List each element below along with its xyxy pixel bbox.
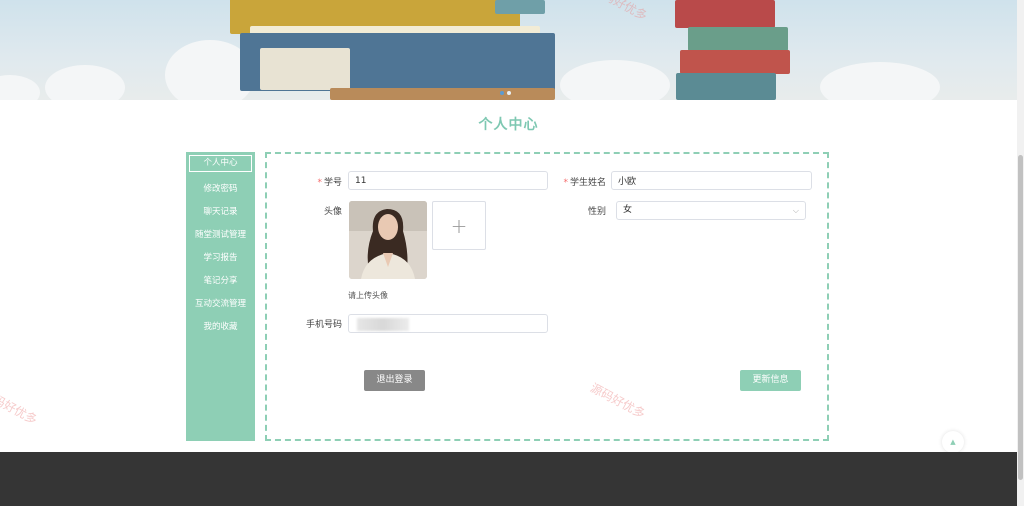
sidebar-item-study-report[interactable]: 学习报告 xyxy=(189,247,252,270)
cloud-shape xyxy=(45,65,125,100)
book-shape xyxy=(680,50,790,74)
scrollbar-thumb[interactable] xyxy=(1018,155,1023,480)
back-to-top-button[interactable]: ▲ xyxy=(942,431,964,453)
arrow-up-icon: ▲ xyxy=(950,438,956,446)
chevron-down-icon: ⌵ xyxy=(792,206,799,215)
logout-button[interactable]: 退出登录 xyxy=(364,370,425,391)
avatar-image[interactable] xyxy=(349,201,427,279)
gender-label: 性别 xyxy=(587,207,606,217)
sidebar-item-chat-history[interactable]: 聊天记录 xyxy=(189,201,252,224)
page-scrollbar[interactable] xyxy=(1017,0,1024,506)
redacted-phone-value xyxy=(357,318,409,331)
plus-icon: + xyxy=(450,213,468,238)
book-shape xyxy=(495,0,545,14)
sidebar-nav: 个人中心 修改密码 聊天记录 随堂测试管理 学习报告 笔记分享 互动交流管理 我… xyxy=(186,152,255,441)
book-shape xyxy=(260,48,350,90)
avatar-label: 头像 xyxy=(323,207,342,217)
sidebar-item-change-password[interactable]: 修改密码 xyxy=(189,178,252,201)
watermark-text: 源码好优多 xyxy=(0,386,40,428)
book-shape xyxy=(330,88,555,100)
sidebar-item-favorites[interactable]: 我的收藏 xyxy=(189,316,252,339)
book-shape xyxy=(688,27,788,51)
cloud-shape xyxy=(0,75,40,100)
update-info-button[interactable]: 更新信息 xyxy=(740,370,801,391)
avatar-upload-hint: 请上传头像 xyxy=(348,291,388,300)
carousel-dot[interactable] xyxy=(507,91,511,95)
page-title: 个人中心 xyxy=(478,117,539,133)
required-mark: * xyxy=(563,178,568,188)
gender-select-value: 女 xyxy=(623,205,633,215)
book-shape xyxy=(675,0,775,28)
gender-select[interactable]: 女 ⌵ xyxy=(616,201,806,220)
cloud-shape xyxy=(560,60,670,100)
cloud-shape xyxy=(820,62,940,100)
phone-input[interactable] xyxy=(348,314,548,333)
profile-form-panel: *学号 *学生姓名 头像 + 请上传头像 性别 女 ⌵ 手机号码 退出登录 更新… xyxy=(265,152,829,441)
student-name-input[interactable] xyxy=(611,171,812,190)
sidebar-item-quiz-management[interactable]: 随堂测试管理 xyxy=(189,224,252,247)
student-id-input[interactable] xyxy=(348,171,548,190)
sidebar-item-profile[interactable]: 个人中心 xyxy=(189,155,252,172)
required-mark: * xyxy=(317,178,322,188)
avatar-upload-button[interactable]: + xyxy=(432,201,486,250)
sidebar-item-note-sharing[interactable]: 笔记分享 xyxy=(189,270,252,293)
phone-label: 手机号码 xyxy=(305,320,342,330)
hero-banner xyxy=(0,0,1017,100)
sidebar-item-interaction-management[interactable]: 互动交流管理 xyxy=(189,293,252,316)
student-name-label: * 学生姓名 xyxy=(563,178,606,188)
page-footer xyxy=(0,452,1017,506)
book-shape xyxy=(676,73,776,100)
student-id-label: * 学号 xyxy=(317,178,342,188)
carousel-dot[interactable] xyxy=(500,91,504,95)
carousel-indicators[interactable] xyxy=(500,91,511,95)
